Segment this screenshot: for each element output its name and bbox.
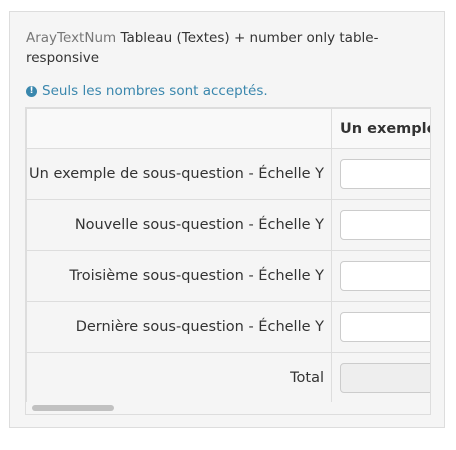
scrollbar-thumb[interactable] [32, 405, 114, 411]
total-input [340, 363, 430, 393]
answer-cell [331, 250, 430, 302]
table-row: Dernière sous-question - Échelle Y [26, 301, 430, 353]
row-label: Dernière sous-question - Échelle Y [26, 301, 332, 353]
question-header: ArayTextNum Tableau (Textes) + number on… [26, 28, 426, 68]
question-container: ArayTextNum Tableau (Textes) + number on… [9, 11, 445, 428]
number-input[interactable] [340, 312, 430, 342]
answer-cell [331, 301, 430, 353]
table-header-row: Un exemple [26, 108, 430, 149]
exclamation-circle-icon: ! [26, 85, 37, 97]
row-label: Nouvelle sous-question - Échelle Y [26, 199, 332, 251]
number-input[interactable] [340, 261, 430, 291]
table-row: Nouvelle sous-question - Échelle Y [26, 199, 430, 251]
numbers-only-tip: ! Seuls les nombres sont acceptés. [26, 82, 268, 100]
column-header: Un exemple [331, 108, 430, 149]
table-corner-cell [26, 108, 332, 149]
number-input[interactable] [340, 159, 430, 189]
total-cell [331, 352, 430, 404]
answer-cell [331, 148, 430, 200]
horizontal-scrollbar[interactable] [26, 402, 430, 414]
question-code: ArayTextNum [26, 30, 117, 46]
responsive-table-wrapper[interactable]: Un exemple Un exemple de sous-question -… [25, 107, 431, 415]
row-label: Un exemple de sous-question - Échelle Y [26, 148, 332, 200]
row-label: Troisième sous-question - Échelle Y [26, 250, 332, 302]
answer-table: Un exemple Un exemple de sous-question -… [26, 108, 430, 404]
number-input[interactable] [340, 210, 430, 240]
total-label: Total [26, 352, 332, 404]
tip-text: Seuls les nombres sont acceptés. [42, 83, 268, 99]
total-row: Total [26, 352, 430, 404]
table-row: Un exemple de sous-question - Échelle Y [26, 148, 430, 200]
table-row: Troisième sous-question - Échelle Y [26, 250, 430, 302]
answer-cell [331, 199, 430, 251]
